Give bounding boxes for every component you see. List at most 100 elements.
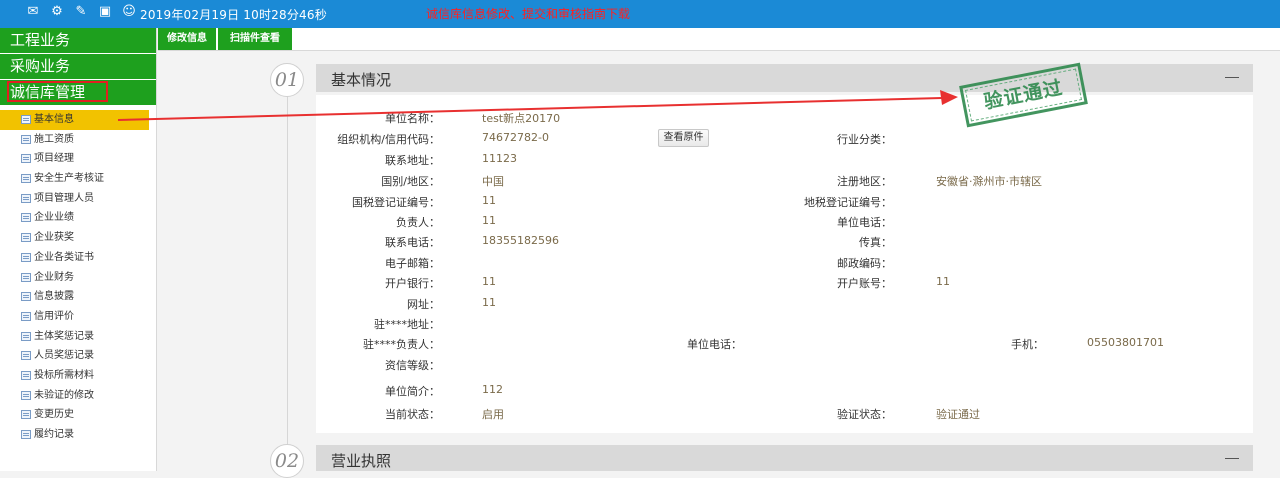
document-icon [21,390,31,400]
document-icon [21,134,31,144]
field-label: 开户账号： [837,277,892,290]
sidebar-item[interactable]: 安全生产考核证 [0,169,156,189]
section-header-license: 营业执照 [316,445,1253,471]
tab-bar: 修改信息 扫描件查看 [158,28,1280,51]
tab-edit-info[interactable]: 修改信息 [158,28,216,50]
sidebar-item-label: 企业财务 [34,271,74,283]
field-value: 启用 [482,408,504,421]
sidebar-item[interactable]: 人员奖惩记录 [0,346,156,366]
document-icon [21,252,31,262]
document-icon [21,213,31,223]
sidebar-item[interactable]: 变更历史 [0,405,156,425]
sidebar-item[interactable]: 企业获奖 [0,228,156,248]
field-label: 传真： [859,236,892,249]
sidebar-item[interactable]: 施工资质 [0,130,156,150]
sidebar-item-label: 未验证的修改 [34,389,94,401]
sidebar-item-label: 企业业绩 [34,212,74,224]
field-value: 11 [482,194,496,207]
sidebar-item[interactable]: 企业各类证书 [0,248,156,268]
wrench-icon[interactable]: ✎ [74,5,88,19]
nav-engineering[interactable]: 工程业务 [0,28,156,53]
field-label: 国别/地区： [381,175,440,188]
sidebar-item[interactable]: 项目经理 [0,149,156,169]
field-label: 注册地区： [837,175,892,188]
document-icon [21,370,31,380]
top-icons: ✉ ⚙ ✎ ▣ ☺ [26,5,136,19]
field-label: 邮政编码： [837,257,892,270]
field-label: 网址： [407,298,440,311]
sidebar-item[interactable]: 信息披露 [0,287,156,307]
field-label: 国税登记证编号： [352,196,440,209]
field-label: 手机： [1011,338,1044,351]
section-header-basic: 基本情况 [316,64,1253,92]
field-value: 11 [482,275,496,288]
sidebar-item[interactable]: 主体奖惩记录 [0,327,156,347]
collapse-icon[interactable] [1225,77,1239,78]
field-label: 组织机构/信用代码： [337,133,440,146]
sidebar-item[interactable]: 信用评价 [0,307,156,327]
sidebar-item[interactable]: 企业业绩 [0,208,156,228]
sidebar-item-label: 项目经理 [34,153,74,165]
field-label: 资信等级： [385,359,440,372]
sidebar-item-label: 企业各类证书 [34,251,94,263]
field-value: 05503801701 [1087,336,1164,349]
field-value: 18355182596 [482,234,559,247]
document-icon [21,430,31,439]
field-value: 112 [482,383,503,396]
field-label: 单位名称： [385,112,440,125]
field-label: 驻****地址： [374,318,440,331]
sidebar-item-label: 主体奖惩记录 [34,330,94,342]
field-label: 开户银行： [385,277,440,290]
sidebar-item[interactable]: 企业财务 [0,268,156,288]
document-icon [21,410,31,420]
field-label: 单位简介： [385,385,440,398]
gift-icon[interactable]: ▣ [98,5,112,19]
section-number: 01 [270,63,304,97]
guide-download-link[interactable]: 诚信库信息修改、提交和审核指南下载 [426,5,630,22]
sidebar-item-label: 基本信息 [34,114,74,125]
user-circle-icon[interactable]: ☺ [122,5,136,19]
sidebar-item-label: 信用评价 [34,310,74,322]
sidebar-item[interactable]: 投标所需材料 [0,366,156,386]
sidebar-item[interactable]: 基本信息 [0,110,149,130]
sidebar-item[interactable]: 未验证的修改 [0,386,156,406]
document-icon [21,292,31,302]
field-value: 验证通过 [936,408,980,421]
timeline-line [287,95,288,450]
document-icon [21,115,31,124]
gear-icon[interactable]: ⚙ [50,5,64,19]
nav-procurement[interactable]: 采购业务 [0,54,156,79]
sidebar-item[interactable]: 项目管理人员 [0,189,156,209]
tab-scan-view[interactable]: 扫描件查看 [218,28,292,50]
collapse-icon[interactable] [1225,458,1239,459]
sidebar-item-label: 施工资质 [34,133,74,145]
sidebar-item-label: 投标所需材料 [34,369,94,381]
message-icon[interactable]: ✉ [26,5,40,19]
field-value: 11 [482,214,496,227]
section-title: 营业执照 [331,452,392,470]
left-nav: 工程业务 采购业务 诚信库管理 基本信息施工资质项目经理安全生产考核证项目管理人… [0,28,157,471]
document-icon [21,351,31,361]
field-label: 联系地址： [385,154,440,167]
sidebar-item-label: 信息披露 [34,291,74,303]
document-icon [21,154,31,164]
field-value: 11123 [482,152,517,165]
sidebar-item-label: 人员奖惩记录 [34,350,94,362]
document-icon [21,174,31,184]
field-label: 电子邮箱： [385,257,440,270]
sidebar-item-label: 履约记录 [34,429,74,440]
nav-credit-db[interactable]: 诚信库管理 [0,80,156,105]
sidebar-item-label: 企业获奖 [34,232,74,244]
view-original-button[interactable]: 查看原件 [658,129,709,147]
sub-nav: 基本信息施工资质项目经理安全生产考核证项目管理人员 企业业绩企业获奖企业各类证书企… [0,110,156,445]
section-title: 基本情况 [331,71,392,89]
field-value: 11 [482,296,496,309]
field-label: 当前状态： [385,408,440,421]
field-value: test新点20170 [482,112,561,125]
field-label: 联系电话： [385,236,440,249]
sidebar-item-label: 变更历史 [34,409,74,421]
sidebar-item[interactable]: 履约记录 [0,425,156,445]
field-label: 单位电话： [687,338,742,351]
field-label: 单位电话： [837,216,892,229]
sidebar-item-label: 项目管理人员 [34,192,94,204]
